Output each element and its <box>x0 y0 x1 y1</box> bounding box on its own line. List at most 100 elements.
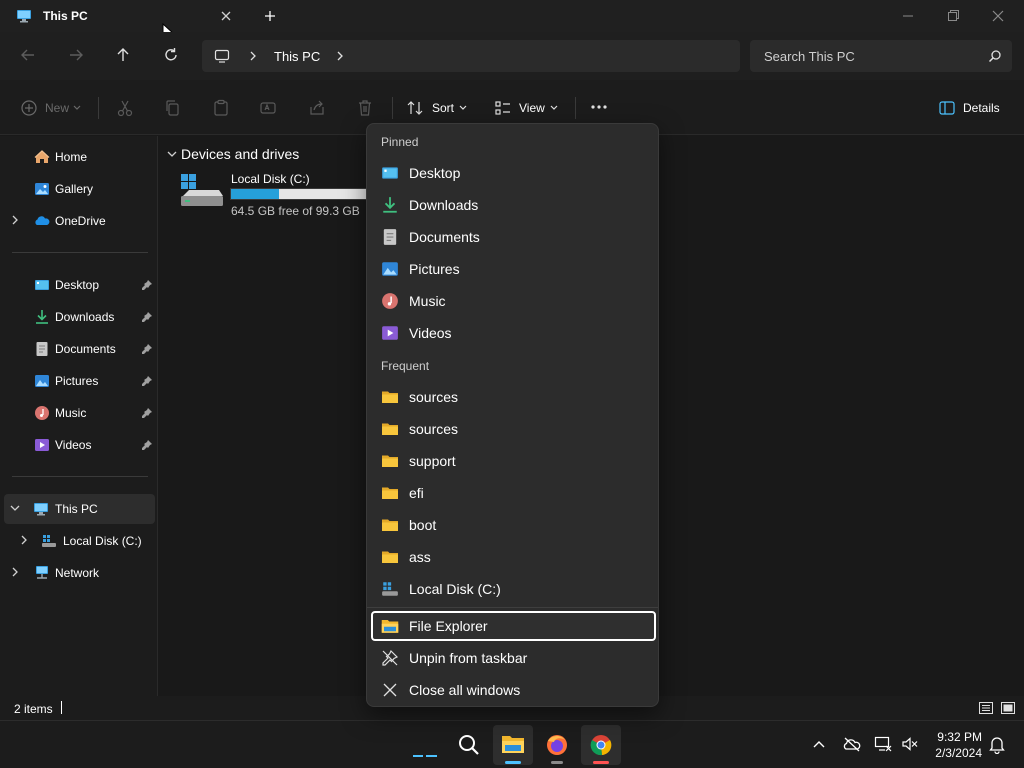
up-arrow-icon[interactable] <box>114 46 132 64</box>
jump-item-sources[interactable]: sources <box>371 382 656 412</box>
local-disk-icon <box>179 172 225 210</box>
paste-icon[interactable] <box>212 99 230 117</box>
share-icon[interactable] <box>308 99 326 117</box>
jump-item-support[interactable]: support <box>371 446 656 476</box>
minimize-icon[interactable] <box>898 6 918 26</box>
sidebar-item-local-disk[interactable]: Local Disk (C:) <box>0 526 156 556</box>
notification-bell-icon[interactable] <box>989 736 1005 754</box>
jump-item-efi[interactable]: efi <box>371 478 656 508</box>
pin-icon[interactable] <box>141 311 153 323</box>
new-button[interactable]: New <box>45 101 69 115</box>
desktop-icon <box>34 277 50 293</box>
jump-item-label: Local Disk (C:) <box>409 581 501 597</box>
search-icon[interactable] <box>988 49 1002 63</box>
clock-date: 2/3/2024 <box>935 746 982 760</box>
sidebar-item-home[interactable]: Home <box>0 142 156 172</box>
sidebar-item-this-pc[interactable]: This PC <box>4 494 155 524</box>
new-tab-icon[interactable] <box>262 8 278 24</box>
view-icon[interactable] <box>494 99 512 117</box>
group-header-devices[interactable]: Devices and drives <box>181 146 299 162</box>
jump-item-music[interactable]: Music <box>371 286 656 316</box>
breadcrumb-this-pc[interactable]: This PC <box>274 49 320 64</box>
taskbar-chrome[interactable] <box>581 725 621 765</box>
delete-icon[interactable] <box>356 99 374 117</box>
search-icon[interactable] <box>457 733 481 757</box>
taskbar-jump-list: Pinned Desktop Downloads Documents Pictu… <box>366 123 659 707</box>
sidebar-item-desktop[interactable]: Desktop <box>0 270 156 300</box>
pin-icon[interactable] <box>141 439 153 451</box>
view-button[interactable]: View <box>519 101 545 115</box>
forward-arrow-icon[interactable] <box>67 46 85 64</box>
jump-item-sources[interactable]: sources <box>371 414 656 444</box>
sort-icon[interactable] <box>406 99 424 117</box>
details-view-icon[interactable] <box>978 700 994 716</box>
restore-icon[interactable] <box>943 6 963 26</box>
copy-icon[interactable] <box>164 99 182 117</box>
chevron-right-icon[interactable] <box>248 51 258 61</box>
rename-icon[interactable] <box>259 99 277 117</box>
new-plus-icon[interactable] <box>20 99 38 117</box>
jump-item-pictures[interactable]: Pictures <box>371 254 656 284</box>
more-options-icon[interactable] <box>590 104 608 110</box>
sidebar-item-label: This PC <box>55 502 98 516</box>
search-box[interactable]: Search This PC <box>750 40 1012 72</box>
start-icon[interactable] <box>413 754 437 758</box>
address-bar[interactable]: This PC <box>202 40 740 72</box>
sidebar-item-downloads[interactable]: Downloads <box>0 302 156 332</box>
sidebar-item-network[interactable]: Network <box>0 558 156 588</box>
running-indicator <box>551 761 563 764</box>
unpin-icon <box>381 649 399 667</box>
jump-action-file-explorer[interactable]: File Explorer <box>371 611 656 641</box>
this-pc-icon <box>33 501 49 517</box>
chevron-down-icon[interactable] <box>10 503 20 513</box>
sidebar-item-onedrive[interactable]: OneDrive <box>0 206 156 236</box>
chevron-down-icon[interactable] <box>167 149 177 159</box>
sidebar-item-pictures[interactable]: Pictures <box>0 366 156 396</box>
pin-icon[interactable] <box>141 279 153 291</box>
taskbar-firefox[interactable] <box>537 725 577 765</box>
chevron-up-icon[interactable] <box>813 739 825 749</box>
pin-icon[interactable] <box>141 407 153 419</box>
chevron-right-icon[interactable] <box>10 567 20 577</box>
refresh-icon[interactable] <box>162 46 180 64</box>
jump-item-downloads[interactable]: Downloads <box>371 190 656 220</box>
jump-action-close-all[interactable]: Close all windows <box>371 675 656 705</box>
pin-icon[interactable] <box>141 375 153 387</box>
jump-item-videos[interactable]: Videos <box>371 318 656 348</box>
details-button[interactable]: Details <box>963 101 1000 115</box>
close-tab-icon[interactable] <box>218 8 234 24</box>
jump-item-ass[interactable]: ass <box>371 542 656 572</box>
jump-item-documents[interactable]: Documents <box>371 222 656 252</box>
search-input[interactable]: Search This PC <box>764 49 855 64</box>
network-status-icon[interactable] <box>874 736 892 752</box>
chrome-icon <box>589 733 613 757</box>
chevron-right-icon[interactable] <box>335 51 345 61</box>
jump-item-boot[interactable]: boot <box>371 510 656 540</box>
close-window-icon[interactable] <box>988 6 1008 26</box>
jump-item-desktop[interactable]: Desktop <box>371 158 656 188</box>
sort-button[interactable]: Sort <box>432 101 454 115</box>
jump-item-label: support <box>409 453 456 469</box>
chevron-right-icon[interactable] <box>19 535 29 545</box>
large-icons-view-icon[interactable] <box>1000 700 1016 716</box>
sidebar-item-music[interactable]: Music <box>0 398 156 428</box>
taskbar-file-explorer[interactable] <box>493 725 533 765</box>
sidebar-item-gallery[interactable]: Gallery <box>0 174 156 204</box>
jump-item-label: Downloads <box>409 197 479 213</box>
system-clock[interactable]: 9:32 PM 2/3/2024 <box>930 729 982 761</box>
cut-icon[interactable] <box>116 99 134 117</box>
jump-action-unpin[interactable]: Unpin from taskbar <box>371 643 656 673</box>
navigation-pane: Home Gallery OneDrive Desktop Downloads <box>0 136 158 696</box>
chevron-right-icon[interactable] <box>10 215 20 225</box>
tab-this-pc[interactable]: This PC <box>0 0 246 32</box>
volume-muted-icon[interactable] <box>901 736 919 752</box>
jump-item-label: boot <box>409 517 437 533</box>
sidebar-item-videos[interactable]: Videos <box>0 430 156 460</box>
jump-item-local-disk[interactable]: Local Disk (C:) <box>371 574 656 604</box>
sidebar-item-documents[interactable]: Documents <box>0 334 156 364</box>
desktop-icon <box>381 164 399 182</box>
back-arrow-icon[interactable] <box>19 46 37 64</box>
details-pane-icon[interactable] <box>938 99 956 117</box>
onedrive-offline-icon[interactable] <box>843 736 861 752</box>
pin-icon[interactable] <box>141 343 153 355</box>
